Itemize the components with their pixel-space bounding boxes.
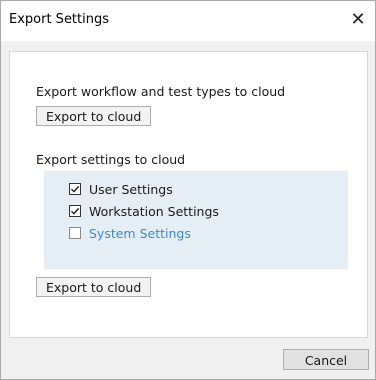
system-settings-checkbox [69, 227, 81, 239]
checkmark-icon [71, 185, 80, 193]
system-settings-label: System Settings [89, 225, 191, 241]
content-panel: Export workflow and test types to cloud … [9, 51, 368, 338]
export-workflow-button[interactable]: Export to cloud [36, 106, 152, 126]
settings-export-label: Export settings to cloud [36, 152, 186, 167]
option-workstation-settings[interactable]: Workstation Settings [69, 203, 219, 219]
checkmark-icon [71, 207, 80, 215]
close-icon[interactable]: ✕ [347, 9, 369, 31]
settings-options-group: User Settings Workstation Settings Syste… [44, 171, 348, 269]
cancel-button[interactable]: Cancel [283, 349, 369, 370]
user-settings-checkbox[interactable] [69, 183, 81, 195]
export-settings-dialog: Export Settings ✕ Export workflow and te… [0, 0, 376, 380]
title-bar: Export Settings ✕ [1, 1, 375, 41]
dialog-title: Export Settings [9, 12, 110, 27]
workflow-export-label: Export workflow and test types to cloud [36, 84, 286, 99]
user-settings-label: User Settings [89, 181, 173, 197]
option-system-settings: System Settings [69, 225, 191, 241]
option-user-settings[interactable]: User Settings [69, 181, 173, 197]
workstation-settings-label: Workstation Settings [89, 203, 219, 219]
export-settings-button[interactable]: Export to cloud [36, 277, 152, 297]
workstation-settings-checkbox[interactable] [69, 205, 81, 217]
